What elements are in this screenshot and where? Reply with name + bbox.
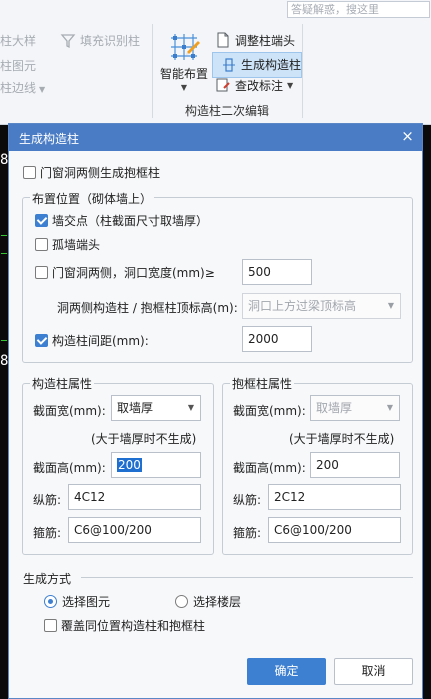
checkbox-box[interactable] [35, 238, 48, 251]
construction-column-icon [223, 58, 235, 72]
cc-longitudinal-label: 纵筋: [33, 493, 62, 507]
opening-width-input[interactable]: 500 [242, 259, 312, 285]
cc-stirrup-input[interactable]: C6@100/200 [68, 517, 201, 543]
fill-identify-icon [60, 33, 76, 48]
cc-stirrup-label: 箍筋: [33, 526, 62, 540]
frame-column-legend: 抱框柱属性 [230, 375, 295, 392]
ribbon: 答疑解惑，搜这里 柱大样 柱图元 柱边线 ▼ 填充识别柱 智能布置 ▼ 调整柱端头… [0, 0, 431, 125]
ribbon-item-column-element[interactable]: 柱图元 [0, 57, 36, 74]
chevron-down-icon: ▼ [187, 403, 194, 412]
canvas-line [1, 340, 7, 341]
adjust-column-end-button[interactable]: 调整柱端头 [212, 30, 302, 50]
spacing-input[interactable]: 2000 [242, 326, 312, 352]
chevron-down-icon: ▼ [39, 85, 46, 94]
mode-divider [81, 577, 413, 578]
smart-layout-icon [171, 34, 200, 60]
annotation-icon [216, 78, 230, 92]
top-elevation-label: 洞两侧构造柱 / 抱框柱顶标高(m): [57, 301, 238, 315]
smart-layout-button[interactable]: 智能布置 ▼ [158, 30, 210, 92]
drawing-canvas[interactable]: 8 8 [0, 125, 8, 699]
top-elevation-select[interactable]: 洞口上方过梁顶标高 ▼ [242, 293, 401, 319]
dialog-titlebar[interactable]: 生成构造柱 × [9, 124, 422, 151]
fc-stirrup-input[interactable]: C6@100/200 [268, 517, 401, 543]
cc-section-width-select[interactable]: 取墙厚 ▼ [111, 395, 201, 421]
fc-section-height-label: 截面高(mm): [233, 461, 306, 475]
cc-note: (大于墙厚时不生成) [91, 432, 197, 446]
mode-legend: 生成方式 [23, 572, 72, 586]
generate-frame-columns-checkbox[interactable]: 门窗洞两侧生成抱框柱 [23, 164, 160, 181]
checkbox-box[interactable] [35, 266, 48, 279]
cc-section-height-label: 截面高(mm): [33, 461, 106, 475]
opening-sides-checkbox[interactable]: 门窗洞两侧，洞口宽度(mm)≥ [35, 264, 215, 281]
checkbox-box[interactable] [35, 214, 48, 227]
chevron-down-icon: ▼ [387, 301, 394, 310]
ribbon-item-column-detail[interactable]: 柱大样 [0, 32, 36, 49]
select-floors-radio[interactable]: 选择楼层 [175, 593, 241, 610]
checkbox-box[interactable] [35, 334, 48, 347]
dialog-title: 生成构造柱 [19, 132, 80, 146]
chevron-down-icon: ▼ [386, 403, 393, 412]
overwrite-checkbox[interactable]: 覆盖同位置构造柱和抱框柱 [44, 617, 205, 634]
document-icon [217, 32, 229, 48]
close-icon[interactable]: × [399, 128, 416, 145]
cc-longitudinal-input[interactable]: 4C12 [68, 484, 201, 510]
fc-longitudinal-label: 纵筋: [233, 493, 262, 507]
chevron-down-icon: ▼ [287, 80, 294, 90]
checkbox-box[interactable] [23, 166, 36, 179]
ribbon-separator [302, 24, 303, 118]
select-elements-radio[interactable]: 选择图元 [44, 593, 110, 610]
ribbon-group-label: 构造柱二次编辑 [184, 104, 269, 118]
fc-longitudinal-input[interactable]: 2C12 [268, 484, 401, 510]
radio-dot[interactable] [44, 595, 57, 608]
checkbox-box[interactable] [44, 619, 57, 632]
chevron-down-icon: ▼ [180, 83, 188, 92]
construction-column-legend: 构造柱属性 [30, 375, 95, 392]
ribbon-item-column-edge[interactable]: 柱边线 ▼ [0, 79, 45, 96]
canvas-line [1, 253, 7, 254]
drawing-canvas-right[interactable] [423, 125, 431, 699]
fc-stirrup-label: 箍筋: [233, 526, 262, 540]
radio-dot[interactable] [175, 595, 188, 608]
fc-section-width-label: 截面宽(mm): [233, 404, 306, 418]
placement-legend: 布置位置（砌体墙上） [30, 190, 155, 207]
search-input[interactable]: 答疑解惑，搜这里 [287, 1, 430, 18]
check-annotation-button[interactable]: 查改标注 ▼ [212, 75, 302, 95]
cc-section-width-label: 截面宽(mm): [33, 404, 106, 418]
isolated-wall-end-checkbox[interactable]: 孤墙端头 [35, 236, 100, 253]
fill-identify-button[interactable]: 填充识别柱 [60, 32, 140, 49]
spacing-checkbox[interactable]: 构造柱间距(mm): [35, 332, 149, 349]
fc-section-height-input[interactable]: 200 [310, 452, 400, 478]
ok-button[interactable]: 确定 [247, 658, 326, 685]
cc-section-height-input[interactable]: 200 [111, 452, 201, 478]
fc-section-width-select[interactable]: 取墙厚 ▼ [310, 395, 400, 421]
generate-construction-column-dialog: 生成构造柱 × 门窗洞两侧生成抱框柱 布置位置（砌体墙上） 墙交点（柱截面尺寸取… [8, 123, 423, 699]
fc-note: (大于墙厚时不生成) [289, 432, 395, 446]
canvas-line [1, 235, 7, 236]
wall-intersection-checkbox[interactable]: 墙交点（柱截面尺寸取墙厚） [35, 212, 208, 229]
cancel-button[interactable]: 取消 [334, 658, 413, 685]
